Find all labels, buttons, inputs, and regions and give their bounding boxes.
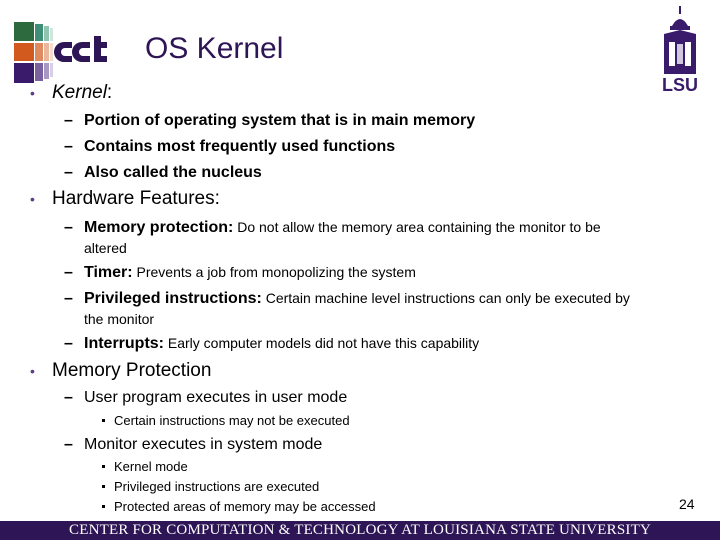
bullet-label: Memory Protection [52,360,212,381]
bullet-dot-icon: • [30,191,35,207]
bullet-label: Kernel [52,82,107,103]
bullet-dot-icon: • [30,85,35,101]
square-bullet-icon [102,419,105,422]
sub-item: Privileged instructions are executed [102,479,319,494]
lsu-logo-text: LSU [662,75,698,94]
square-bullet-icon [102,485,105,488]
square-bullet-icon [102,505,105,508]
page-title: OS Kernel [145,32,284,65]
sub-item: Protected areas of memory may be accesse… [102,499,376,514]
square-bullet-icon [102,465,105,468]
sub-item: Certain instructions may not be executed [102,413,350,428]
bullet-dot-icon: • [30,363,35,379]
sub-item: Kernel mode [102,459,188,474]
lsu-logo: LSU [662,6,698,94]
bullet-label: Hardware Features: [52,188,220,209]
footer-banner: CENTER FOR COMPUTATION & TECHNOLOGY AT L… [0,521,720,540]
page-number: 24 [679,496,695,512]
cct-logo [14,22,107,83]
